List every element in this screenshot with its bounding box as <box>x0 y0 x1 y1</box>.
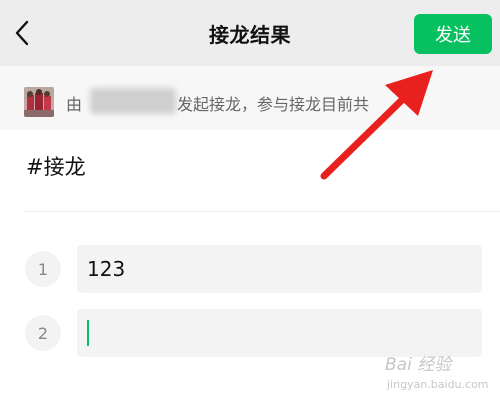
info-prefix: 由 <box>66 95 83 114</box>
baidu-watermark: Bai 经验 jingyan.baidu.com <box>385 350 495 402</box>
watermark-sub: jingyan.baidu.com <box>387 378 489 391</box>
entry-number-1: 1 <box>25 251 61 287</box>
topic-title: #接龙 <box>26 155 86 179</box>
user-avatar[interactable] <box>24 87 54 117</box>
entry-number-2: 2 <box>25 315 61 351</box>
entry-field-1[interactable]: 123 <box>77 245 482 293</box>
info-text: 发起接龙，参与接龙目前共 <box>177 95 370 114</box>
watermark-main: Bai 经验 <box>385 355 452 375</box>
blurred-name <box>90 88 176 114</box>
entry-value-1: 123 <box>87 257 126 281</box>
text-caret <box>87 320 89 346</box>
send-button[interactable]: 发送 <box>414 14 492 54</box>
divider <box>24 211 500 212</box>
